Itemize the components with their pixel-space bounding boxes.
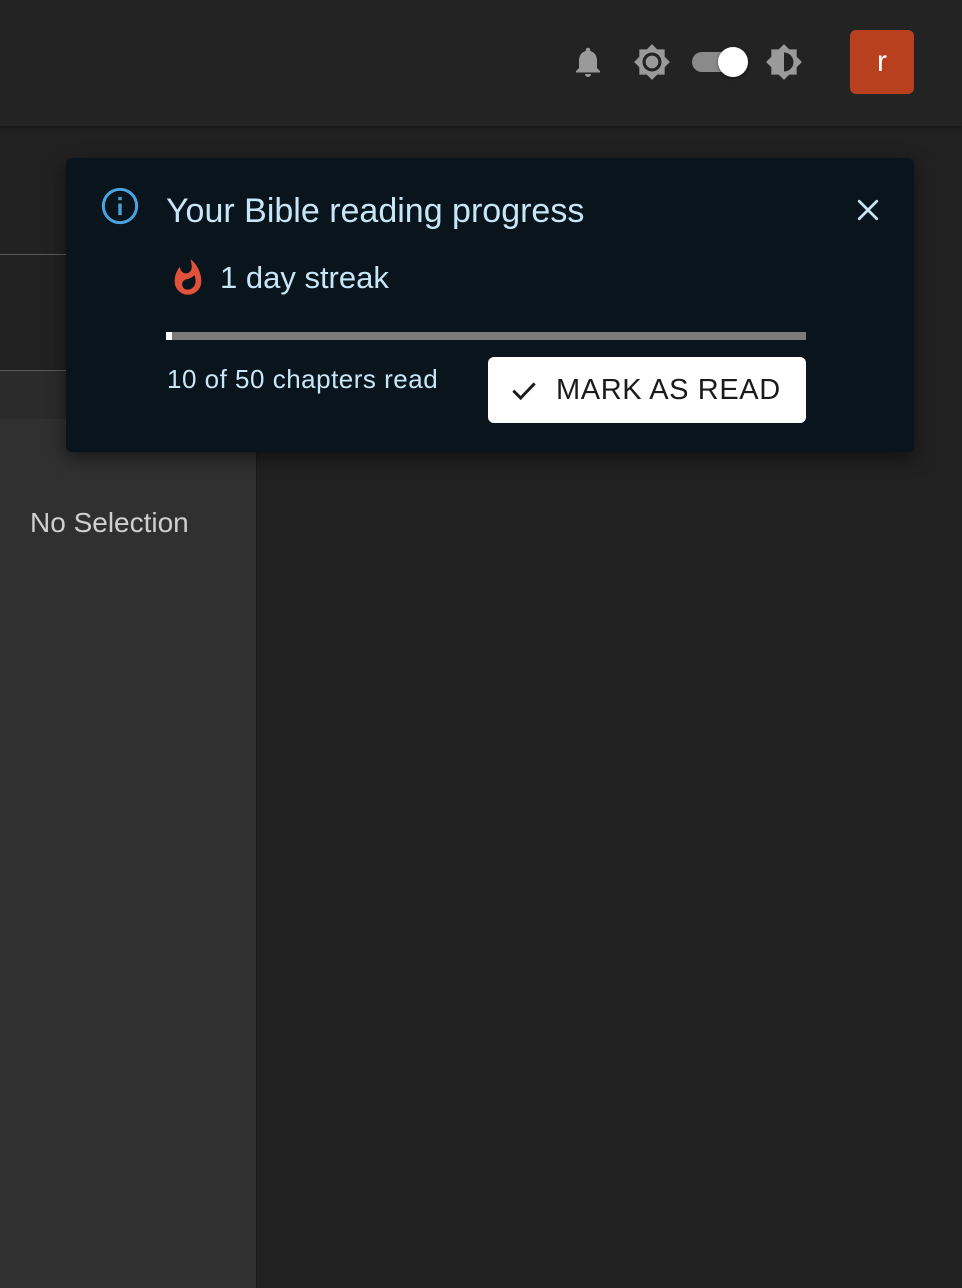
- notifications-button[interactable]: [566, 40, 610, 84]
- contrast-icon: [766, 44, 802, 80]
- close-button[interactable]: [848, 190, 888, 230]
- theme-toggle[interactable]: [690, 44, 752, 80]
- dark-theme-button[interactable]: [762, 40, 806, 84]
- reading-progress-bar: [166, 332, 806, 340]
- bell-icon: [576, 47, 600, 77]
- sun-icon: [634, 44, 670, 80]
- toggle-thumb: [718, 47, 748, 77]
- user-avatar[interactable]: r: [850, 30, 914, 94]
- flame-icon: [174, 259, 202, 295]
- sidebar: No Selection: [0, 419, 257, 1288]
- alert-title: Your Bible reading progress: [166, 192, 585, 230]
- mark-as-read-button[interactable]: MARK AS READ: [488, 357, 806, 423]
- check-icon: [512, 382, 536, 401]
- reading-progress-alert: Your Bible reading progress 1 day streak…: [66, 158, 914, 452]
- no-selection-label: No Selection: [30, 507, 189, 538]
- streak-text: 1 day streak: [220, 260, 389, 295]
- light-theme-button[interactable]: [630, 40, 674, 84]
- app-bar: r: [0, 0, 962, 126]
- info-icon: [101, 187, 139, 225]
- mark-as-read-label: MARK AS READ: [556, 373, 781, 406]
- chapters-read-text: 10 of 50 chapters read: [167, 364, 439, 394]
- progress-fill: [166, 332, 173, 340]
- close-icon: [857, 199, 879, 221]
